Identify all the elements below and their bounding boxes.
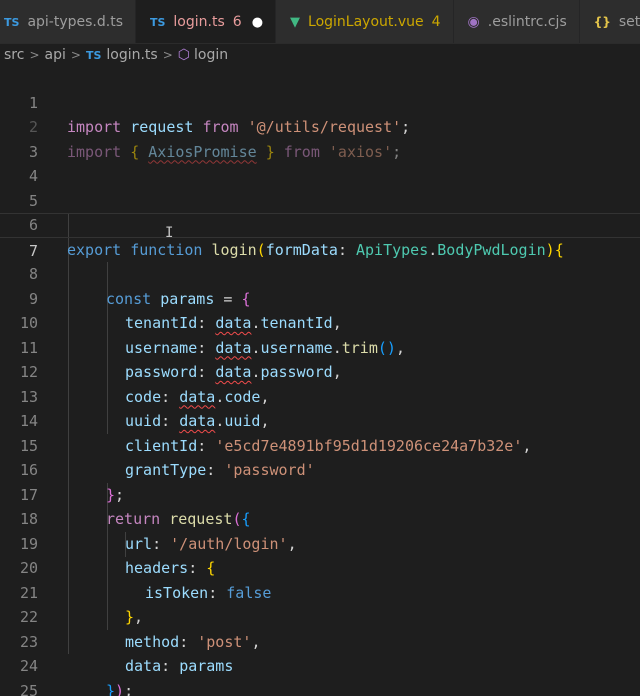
code-line: 24 }); <box>0 630 640 696</box>
problem-count-badge: 4 <box>431 14 441 30</box>
tab-login-ts[interactable]: TS login.ts 6 ● <box>135 0 277 43</box>
breadcrumb-item-api[interactable]: api <box>45 47 66 63</box>
line-number: 25 <box>19 681 38 696</box>
code-line: 9 tenantId: data.tenantId, <box>0 262 640 333</box>
code-line: 8 const params = { <box>0 238 640 308</box>
chevron-right-icon: > <box>162 48 173 62</box>
code-line: 17 return request({ <box>0 458 640 529</box>
tab-login-layout-vue[interactable]: ▼ LoginLayout.vue 4 <box>276 0 454 43</box>
tab-label: .eslintrc.cjs <box>487 14 567 30</box>
code-line: 12 code: data.code, <box>0 336 640 406</box>
typescript-file-icon: TS <box>4 15 20 29</box>
code-line: 10 username: data.username.trim(), <box>0 287 640 357</box>
code-line: 11 password: data.password, <box>0 311 640 382</box>
code-line: 15 grantType: 'password' <box>0 409 640 480</box>
tab-label: settings.json <box>618 14 640 30</box>
code-line: 25 } <box>0 654 640 696</box>
breadcrumb-item-file[interactable]: login.ts <box>106 47 157 63</box>
tab-api-types[interactable]: TS api-types.d.ts <box>0 0 136 43</box>
tab-eslintrc[interactable]: ◉ .eslintrc.cjs <box>453 0 580 43</box>
tab-label: login.ts <box>173 14 225 30</box>
editor-tab-bar: TS api-types.d.ts TS login.ts 6 ● ▼ Logi… <box>0 0 640 44</box>
json-file-icon: {} <box>593 15 611 29</box>
breadcrumb: src > api > TS login.ts > ⬡ login <box>0 44 640 66</box>
function-symbol-icon: ⬡ <box>177 47 191 63</box>
code-line: 14 clientId: 'e5cd7e4891bf95d1d19206ce24… <box>0 385 640 455</box>
tab-label: LoginLayout.vue <box>308 14 424 30</box>
code-line: 20 isToken: false <box>0 532 640 602</box>
problem-count-badge: 6 <box>232 14 242 30</box>
code-line: 18 url: '/auth/login', <box>0 483 640 553</box>
tab-label: api-types.d.ts <box>27 14 123 30</box>
typescript-file-icon: TS <box>85 48 102 62</box>
code-line: 4 <box>0 140 640 185</box>
line-content: }); <box>106 681 134 696</box>
code-line: 22 method: 'post', <box>0 581 640 651</box>
code-line: 1 import request from '@/utils/request'; <box>0 66 640 137</box>
code-line: 3 <box>0 115 640 161</box>
code-line-active: 7 <box>0 213 640 260</box>
code-line: 16 }; <box>0 434 640 504</box>
tab-settings-json[interactable]: {} settings.json <box>579 0 640 43</box>
breadcrumb-item-src[interactable]: src <box>4 47 24 63</box>
eslint-file-icon: ◉ <box>467 14 480 30</box>
vue-file-icon: ▼ <box>290 14 301 30</box>
code-line: 13 uuid: data.uuid, <box>0 360 640 431</box>
code-line: 21 }, <box>0 556 640 627</box>
unsaved-dot-icon[interactable]: ● <box>252 15 263 30</box>
chevron-right-icon: > <box>29 48 40 62</box>
code-line: 2 import { AxiosPromise } from 'axios'; <box>0 91 640 161</box>
code-line: 19 headers: { <box>0 507 640 578</box>
breadcrumb-item-symbol[interactable]: login <box>194 47 228 63</box>
chevron-right-icon: > <box>70 48 81 62</box>
text-cursor-icon: I <box>165 225 174 241</box>
code-line: 5 <box>0 164 640 210</box>
code-line: 23 data: params <box>0 605 640 676</box>
typescript-file-icon: TS <box>149 15 166 29</box>
code-editor[interactable]: 1 import request from '@/utils/request';… <box>0 66 640 696</box>
code-line: 6 export function login(formData: ApiTyp… <box>0 189 640 259</box>
